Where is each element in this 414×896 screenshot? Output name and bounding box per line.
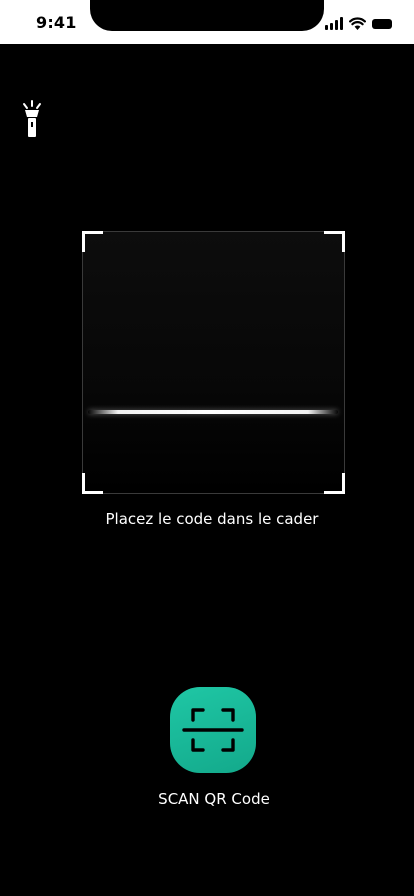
camera-viewfinder: [82, 231, 345, 494]
battery-icon: [372, 19, 392, 29]
frame-corner-top-left: [82, 231, 103, 252]
status-icons: [325, 16, 392, 30]
frame-corner-bottom-left: [82, 473, 103, 494]
wifi-icon: [349, 17, 366, 30]
scan-instruction: Placez le code dans le cader: [105, 510, 319, 528]
frame-corner-top-right: [324, 231, 345, 252]
flashlight-button[interactable]: [20, 100, 44, 140]
scan-button-label: SCAN QR Code: [158, 790, 270, 808]
scan-qr-button[interactable]: [170, 687, 256, 773]
frame-corner-bottom-right: [324, 473, 345, 494]
scan-frame: [82, 231, 345, 494]
status-bar: 9:41: [0, 0, 414, 44]
device-notch: [90, 0, 324, 31]
flashlight-icon: [23, 100, 41, 137]
scan-line: [88, 410, 338, 414]
status-time: 9:41: [36, 13, 77, 32]
qr-scan-icon: [182, 708, 244, 752]
cellular-signal-icon: [325, 17, 343, 30]
